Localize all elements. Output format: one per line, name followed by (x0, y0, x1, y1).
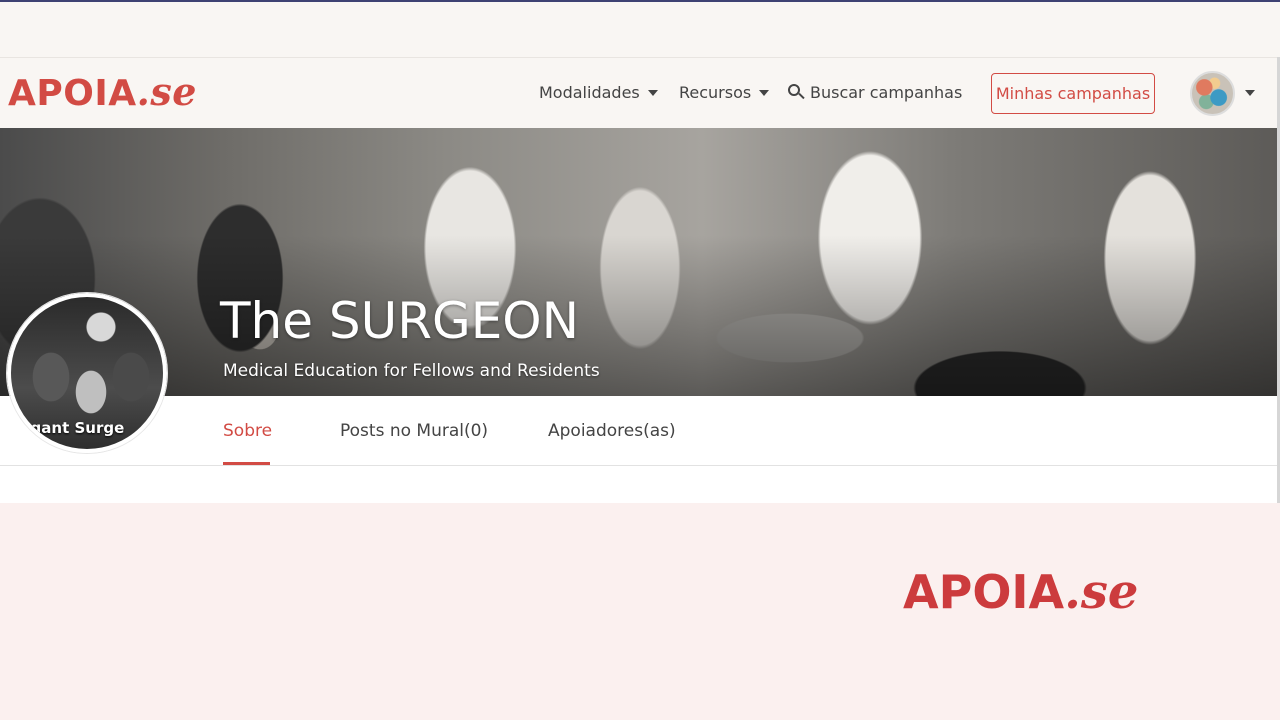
profile-picture-text: Elegant Surge (7, 419, 125, 437)
campaign-tabs: Sobre Posts no Mural(0) Apoiadores(as) (0, 396, 1277, 466)
footer-logo-text: APOIA (903, 565, 1065, 619)
nav-modalidades-dropdown[interactable]: Modalidades (539, 82, 658, 104)
active-tab-indicator (223, 462, 270, 465)
tab-apoiadores[interactable]: Apoiadores(as) (548, 420, 676, 442)
user-avatar[interactable] (1190, 71, 1235, 116)
nav-recursos-label: Recursos (679, 83, 752, 102)
browser-top-strip (0, 0, 1280, 57)
footer-logo[interactable]: APOIA.se (903, 565, 1138, 619)
footer-logo-suffix: .se (1064, 564, 1139, 620)
tab-posts-no-mural[interactable]: Posts no Mural(0) (340, 420, 488, 442)
chevron-down-icon (647, 89, 658, 96)
search-icon (788, 83, 805, 100)
chevron-down-icon[interactable] (1245, 90, 1255, 96)
apoia-logo[interactable]: APOIA.se (8, 72, 197, 114)
my-campaigns-button[interactable]: Minhas campanhas (991, 73, 1155, 114)
logo-text: APOIA (8, 73, 137, 114)
campaign-title: The SURGEON (220, 292, 580, 350)
campaign-subtitle: Medical Education for Fellows and Reside… (223, 361, 600, 381)
nav-recursos-dropdown[interactable]: Recursos (679, 82, 770, 104)
campaign-cover-image: The SURGEON Medical Education for Fellow… (0, 128, 1277, 396)
content-area (0, 467, 1277, 503)
logo-suffix: .se (136, 69, 197, 114)
search-campaigns-label: Buscar campanhas (810, 83, 963, 102)
footer: APOIA.se (0, 503, 1280, 720)
search-campaigns-link[interactable]: Buscar campanhas (788, 82, 962, 104)
nav-modalidades-label: Modalidades (539, 83, 640, 102)
tab-sobre[interactable]: Sobre (223, 420, 272, 442)
chevron-down-icon (759, 89, 770, 96)
top-navbar: APOIA.se Modalidades Recursos Buscar cam… (0, 57, 1280, 128)
campaign-profile-picture: Elegant Surge (7, 293, 167, 453)
